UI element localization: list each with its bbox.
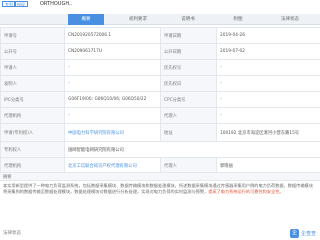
tab-bar: 概要 权利要求 说明书 附图 法律状态 (0, 14, 320, 25)
field-label: 地址 (160, 123, 217, 142)
tab-legal-status[interactable]: 法律状态 (270, 14, 310, 25)
field-label: 优先权号 (160, 59, 217, 76)
field-label: 公开日期 (160, 43, 217, 60)
logo-text: 企查查 (300, 230, 316, 237)
field-label: 申请日期 (160, 27, 217, 44)
field-label: 代理机构 (0, 107, 65, 124)
tab-summary[interactable]: 概要 (68, 14, 104, 25)
document-title: ORTHOUGH.. (40, 1, 73, 7)
patent-info-table: 申请号 CN201920572006.1 申请日期 2019-04-26 公开号… (0, 27, 320, 174)
field-value: - (64, 107, 161, 124)
field-label: 申请号 (0, 27, 65, 44)
field-value: CN209061717U (64, 43, 161, 60)
legal-status-label: 法律状态 (3, 231, 21, 236)
abstract-text: 本实用新型提供了一种电力负荷监测系统，包括数据采集模块、数据传输模块和数据处理模… (3, 183, 315, 195)
field-value: - (216, 91, 320, 108)
field-value: CN201920572006.1 (64, 27, 161, 44)
status-tag: 授权 (14, 1, 28, 7)
field-value: 2019-07-02 (216, 43, 320, 60)
field-value: - (64, 75, 161, 92)
table-row: 发明人 - 优先权日 - (0, 75, 320, 92)
field-label: IPC分类号 (0, 91, 65, 108)
footer: 法律状态 企 企查查 (0, 226, 320, 240)
tab-drawings[interactable]: 附图 (220, 14, 256, 25)
field-value: - (216, 75, 320, 92)
abstract-header: 摘要 (0, 172, 320, 181)
table-row: 专利权人 国网智能电网研究院有限公司 (0, 141, 320, 158)
field-value: 国网智能电网研究院有限公司 (64, 141, 320, 158)
tab-claims[interactable]: 权利要求 (120, 14, 156, 25)
field-label: 优先权日 (160, 75, 217, 92)
field-label: 发明人 (0, 75, 65, 92)
abstract-highlight: 提高了电力系统运行的可靠性和安全性。 (208, 189, 284, 194)
field-value: 100192 北京市海淀区清河小营东路15号 (216, 123, 320, 142)
table-row: 公开号 CN209061717U 公开日期 2019-07-02 (0, 43, 320, 60)
field-label: 公开号 (0, 43, 65, 60)
field-value: 2019-04-26 (216, 27, 320, 44)
title-bar: 专利 授权 ORTHOUGH.. (0, 0, 320, 9)
table-row: 申请(专利权)人 中国电力科学研究院有限公司 地址 100192 北京市海淀区清… (0, 123, 320, 142)
table-row: 申请号 CN201920572006.1 申请日期 2019-04-26 (0, 27, 320, 44)
field-label: 专利权人 (0, 141, 65, 158)
tab-description[interactable]: 说明书 (170, 14, 206, 25)
field-label: CPC分类号 (160, 91, 217, 108)
brand-logo: 企 企查查 (289, 228, 316, 238)
abstract-label: 摘要 (3, 175, 12, 180)
applicant-link[interactable]: 中国电力科学研究院有限公司 (64, 123, 161, 142)
logo-mark-icon: 企 (289, 228, 299, 238)
field-value: - (216, 59, 320, 76)
table-row: IPC分类号 G06F19/00; G06Q10/06; G06Q50/22 C… (0, 91, 320, 108)
table-row: 申请人 - 优先权号 - (0, 59, 320, 76)
field-value: G06F19/00; G06Q10/06; G06Q50/22 (64, 91, 161, 108)
field-label: 代理人 (160, 107, 217, 124)
field-value: - (216, 107, 320, 124)
field-label: 申请人 (0, 59, 65, 76)
field-value: - (64, 59, 161, 76)
field-label: 申请(专利权)人 (0, 123, 65, 142)
table-row: 代理机构 - 代理人 - (0, 107, 320, 124)
